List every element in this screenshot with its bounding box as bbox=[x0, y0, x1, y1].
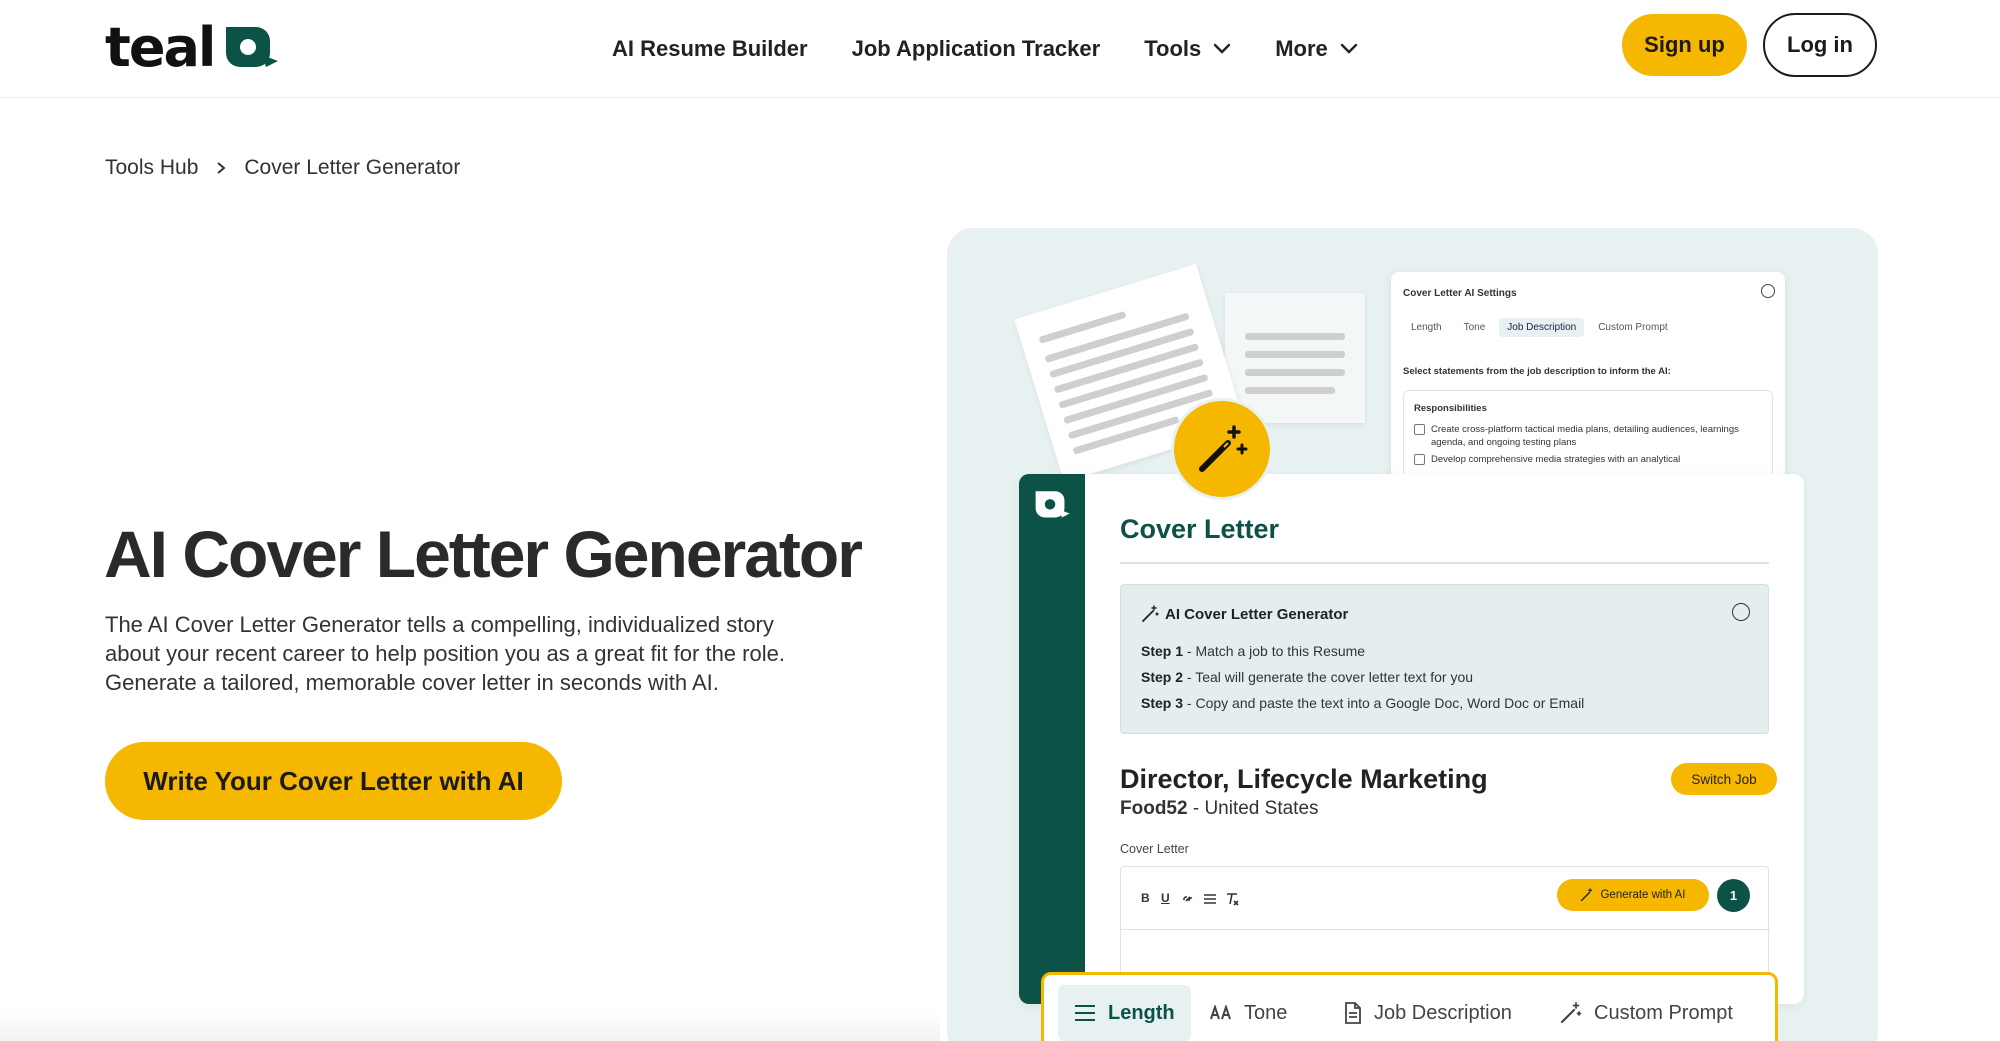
step-label: Step 2 bbox=[1141, 669, 1184, 685]
job-title: Director, Lifecycle Marketing bbox=[1120, 764, 1488, 794]
teal-logo-icon bbox=[1035, 491, 1070, 518]
clear-format-icon[interactable] bbox=[1225, 892, 1239, 906]
statement-item[interactable]: Create cross-platform tactical media pla… bbox=[1414, 423, 1764, 449]
app-sidebar bbox=[1019, 474, 1085, 1004]
nav-dropdown-more[interactable]: More bbox=[1275, 36, 1358, 62]
settings-tab-tone[interactable]: Tone bbox=[1456, 318, 1494, 337]
divider bbox=[1121, 929, 1770, 930]
magic-wand-icon bbox=[1199, 425, 1248, 472]
settings-title: Cover Letter AI Settings bbox=[1403, 288, 1517, 299]
magic-wand-icon bbox=[1560, 1002, 1582, 1024]
toolbar-tab-custom-prompt[interactable]: Custom Prompt bbox=[1544, 985, 1749, 1041]
nav-dropdown-tools[interactable]: Tools bbox=[1144, 36, 1231, 62]
sign-up-button[interactable]: Sign up bbox=[1622, 14, 1747, 76]
nav-link-job-application-tracker[interactable]: Job Application Tracker bbox=[852, 36, 1101, 62]
menu-lines-icon bbox=[1075, 1005, 1095, 1021]
settings-tab-length[interactable]: Length bbox=[1403, 318, 1450, 337]
count-badge: 1 bbox=[1717, 879, 1750, 912]
collapse-chevron-icon[interactable] bbox=[1732, 603, 1750, 621]
tone-icon bbox=[1210, 1005, 1231, 1020]
statement-item[interactable]: Develop comprehensive media strategies w… bbox=[1414, 453, 1764, 466]
step-label: Step 3 bbox=[1141, 695, 1184, 711]
toolbar-tab-job-description[interactable]: Job Description bbox=[1328, 985, 1528, 1041]
settings-tab-job-description[interactable]: Job Description bbox=[1499, 318, 1585, 337]
nav-link-label: AI Resume Builder bbox=[612, 36, 808, 61]
chevron-down-icon bbox=[1214, 43, 1231, 54]
step-label: Step 1 bbox=[1141, 643, 1184, 659]
breadcrumb-current: Cover Letter Generator bbox=[244, 156, 461, 179]
settings-question: Select statements from the job descripti… bbox=[1403, 366, 1671, 377]
breadcrumb-tools-hub[interactable]: Tools Hub bbox=[105, 156, 198, 180]
list-icon[interactable] bbox=[1203, 892, 1217, 906]
logo-wordmark: teal bbox=[105, 16, 216, 79]
toolbar-tab-label: Job Description bbox=[1374, 1001, 1512, 1024]
write-cover-letter-button[interactable]: Write Your Cover Letter with AI bbox=[105, 742, 562, 820]
checkbox[interactable] bbox=[1414, 454, 1425, 465]
cover-letter-card: Cover Letter AI Cover Letter Generator S… bbox=[1019, 474, 1804, 1004]
step-text: - Match a job to this Resume bbox=[1183, 643, 1366, 659]
ai-settings-panel: Cover Letter AI Settings Length Tone Job… bbox=[1391, 272, 1785, 510]
step-item: Step 1 - Match a job to this Resume bbox=[1141, 643, 1365, 659]
card-title: Cover Letter bbox=[1120, 514, 1280, 544]
document-icon bbox=[1345, 1002, 1361, 1024]
page-title: AI Cover Letter Generator bbox=[104, 517, 863, 591]
ai-settings-toolbar: Length Tone Job Description Custom Promp… bbox=[1041, 972, 1778, 1041]
link-icon[interactable] bbox=[1181, 892, 1195, 906]
magic-wand-badge bbox=[1171, 398, 1273, 500]
generate-label: Generate with AI bbox=[1600, 889, 1686, 901]
magic-wand-icon bbox=[1142, 605, 1159, 622]
ai-generator-heading: AI Cover Letter Generator bbox=[1141, 605, 1348, 623]
statement-text: Develop comprehensive media strategies w… bbox=[1431, 454, 1681, 465]
product-illustration: Cover Letter AI Settings Length Tone Job… bbox=[947, 228, 1878, 1041]
toolbar-tab-length[interactable]: Length bbox=[1058, 985, 1191, 1041]
top-nav: teal AI Resume Builder Job Application T… bbox=[0, 0, 2000, 98]
chevron-down-icon bbox=[1340, 43, 1357, 54]
toolbar-tab-label: Custom Prompt bbox=[1594, 1001, 1733, 1024]
nav-link-label: Tools bbox=[1144, 36, 1202, 61]
magic-wand-icon bbox=[1581, 888, 1593, 902]
underline-button[interactable]: U bbox=[1161, 891, 1170, 905]
checkbox[interactable] bbox=[1414, 424, 1425, 435]
bottom-fade bbox=[0, 1010, 940, 1041]
step-text: - Teal will generate the cover letter te… bbox=[1183, 669, 1474, 685]
hero-description: The AI Cover Letter Generator tells a co… bbox=[105, 612, 785, 695]
generate-with-ai-button[interactable]: Generate with AI bbox=[1557, 879, 1709, 911]
chevron-right-icon bbox=[217, 162, 226, 174]
statement-text: Create cross-platform tactical media pla… bbox=[1431, 424, 1739, 448]
log-in-button[interactable]: Log in bbox=[1763, 13, 1877, 77]
company-name: Food52 bbox=[1120, 798, 1188, 819]
divider bbox=[1120, 562, 1769, 564]
settings-tabs: Length Tone Job Description Custom Promp… bbox=[1403, 318, 1682, 337]
nav-link-label: Job Application Tracker bbox=[851, 36, 1101, 61]
switch-job-button[interactable]: Switch Job bbox=[1671, 763, 1777, 795]
toolbar-tab-label: Length bbox=[1108, 1001, 1175, 1024]
step-text: - Copy and paste the text into a Google … bbox=[1183, 695, 1585, 711]
toolbar-tab-label: Tone bbox=[1244, 1001, 1288, 1024]
main-nav: AI Resume Builder Job Application Tracke… bbox=[612, 0, 1402, 98]
nav-link-ai-resume-builder[interactable]: AI Resume Builder bbox=[612, 36, 808, 62]
nav-link-label: More bbox=[1275, 36, 1328, 61]
job-company-location: Food52 - United States bbox=[1120, 798, 1319, 820]
editor-label: Cover Letter bbox=[1120, 842, 1189, 856]
step-item: Step 3 - Copy and paste the text into a … bbox=[1141, 695, 1584, 711]
section-heading: Responsibilities bbox=[1414, 403, 1487, 414]
teal-logo[interactable]: teal bbox=[105, 18, 280, 78]
ai-generator-panel: AI Cover Letter Generator Step 1 - Match… bbox=[1120, 584, 1769, 734]
ai-generator-heading-label: AI Cover Letter Generator bbox=[1165, 605, 1349, 623]
toolbar-tab-tone[interactable]: Tone bbox=[1194, 985, 1303, 1041]
settings-tab-custom-prompt[interactable]: Custom Prompt bbox=[1590, 318, 1675, 337]
close-icon[interactable] bbox=[1761, 284, 1775, 298]
bold-button[interactable]: B bbox=[1141, 891, 1150, 905]
breadcrumb: Tools Hub Cover Letter Generator bbox=[105, 156, 460, 180]
step-item: Step 2 - Teal will generate the cover le… bbox=[1141, 669, 1473, 685]
job-location: - United States bbox=[1187, 798, 1319, 819]
teal-logo-icon bbox=[222, 23, 280, 73]
